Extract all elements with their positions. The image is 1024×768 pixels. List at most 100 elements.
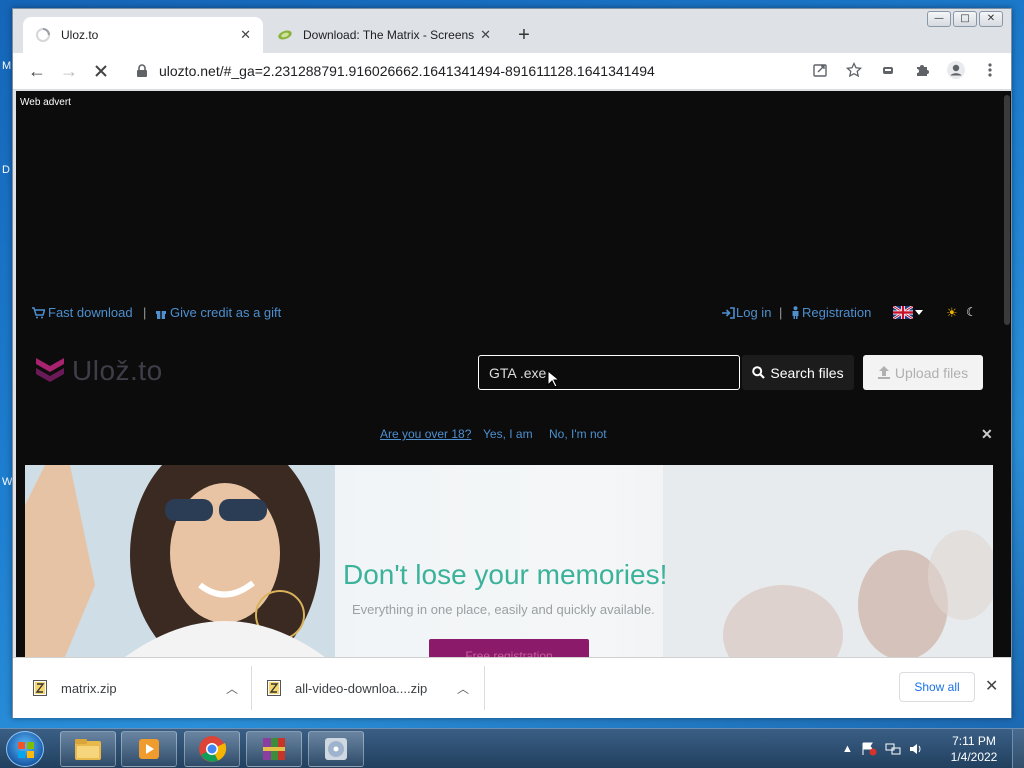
hero-photo-crowd <box>663 465 993 657</box>
more-vert-icon <box>988 63 992 77</box>
close-download-shelf-icon[interactable]: ✕ <box>985 676 998 696</box>
download-shelf: matrix.zip ︿ all-video-downloa....zip ︿ … <box>13 657 1011 718</box>
start-button[interactable] <box>6 731 44 767</box>
show-hidden-icons-icon[interactable]: ▲ <box>842 743 853 755</box>
upload-files-button[interactable]: Upload files <box>863 355 983 390</box>
desktop-edge-text: W <box>2 476 13 488</box>
caret-down-icon[interactable] <box>915 310 923 315</box>
share-button[interactable] <box>807 57 833 83</box>
volume-icon[interactable] <box>909 742 923 756</box>
login-link[interactable]: Log in <box>736 305 771 320</box>
hero-title: Don't lose your memories! <box>343 559 668 590</box>
tab-strip: Uloz.to ✕ Download: The Matrix - Screens… <box>13 9 1011 53</box>
close-icon <box>95 65 107 77</box>
registration-link[interactable]: Registration <box>802 305 871 320</box>
forward-button[interactable]: → <box>53 57 85 85</box>
divider <box>484 666 485 710</box>
light-mode-icon[interactable]: ☀ <box>946 305 958 321</box>
show-desktop-button[interactable] <box>1012 729 1024 768</box>
show-all-downloads-button[interactable]: Show all <box>899 672 975 702</box>
fast-download-link[interactable]: Fast download <box>48 305 133 320</box>
download-filename: matrix.zip <box>61 680 117 696</box>
top-navigation: Fast download | Give credit as a gift Lo… <box>16 305 1003 325</box>
chevron-up-icon[interactable]: ︿ <box>457 680 469 697</box>
clock-date: 1/4/2022 <box>950 750 998 764</box>
chevron-up-icon[interactable]: ︿ <box>226 680 238 697</box>
download-filename: all-video-downloa....zip <box>295 680 428 696</box>
tab-ulozto[interactable]: Uloz.to ✕ <box>23 17 263 53</box>
zip-file-icon <box>267 680 281 696</box>
age-question-link[interactable]: Are you over 18? <box>380 427 471 441</box>
page-scrollbar[interactable] <box>1003 91 1011 657</box>
extension-button[interactable] <box>875 57 901 83</box>
network-icon[interactable] <box>885 742 901 756</box>
ulozto-logo-icon <box>36 358 64 382</box>
browser-window: — □ ✕ Uloz.to ✕ Download: The Matrix - S… <box>12 8 1012 718</box>
arrow-left-icon: ← <box>28 60 46 81</box>
ad-label: Web advert <box>20 97 71 108</box>
clock[interactable]: 7:11 PM 1/4/2022 <box>944 733 1004 765</box>
search-icon <box>752 366 766 379</box>
taskbar: ▲ 7:11 PM 1/4/2022 <box>0 728 1024 768</box>
clock-time: 7:11 PM <box>952 734 996 748</box>
give-credit-link[interactable]: Give credit as a gift <box>170 305 281 320</box>
close-tab-icon[interactable]: ✕ <box>480 27 491 43</box>
chrome-icon <box>199 736 227 762</box>
taskbar-media-player[interactable] <box>121 731 177 767</box>
age-bar-close-icon[interactable]: ✕ <box>981 426 993 443</box>
gift-icon <box>156 311 166 319</box>
stop-loading-button[interactable] <box>85 57 117 85</box>
avatar-icon <box>947 61 965 79</box>
address-bar[interactable]: ulozto.net/#_ga=2.231288791.916026662.16… <box>125 57 815 85</box>
taskbar-chrome[interactable] <box>184 731 240 767</box>
taskbar-disc-utility[interactable] <box>308 731 364 767</box>
free-registration-button[interactable]: Free registration <box>429 639 589 657</box>
divider <box>251 666 252 710</box>
search-input[interactable] <box>478 355 740 390</box>
back-button[interactable]: ← <box>21 57 53 85</box>
site-logo[interactable]: Ulož.to <box>34 355 163 387</box>
tab-title: Uloz.to <box>61 28 99 42</box>
bookmark-button[interactable] <box>841 57 867 83</box>
site-favicon-icon <box>278 30 292 40</box>
hero-photo-woman <box>25 465 335 657</box>
arrow-right-icon: → <box>60 60 78 81</box>
download-item[interactable]: matrix.zip ︿ <box>33 658 238 718</box>
tab-matrix-download[interactable]: Download: The Matrix - Screensa ✕ <box>265 17 503 53</box>
cart-icon <box>32 307 45 319</box>
uk-flag-icon[interactable] <box>893 306 913 319</box>
new-tab-button[interactable]: + <box>513 25 535 47</box>
taskbar-explorer[interactable] <box>60 731 116 767</box>
winrar-icon <box>263 738 285 760</box>
toolbar-actions <box>807 57 1003 83</box>
desktop-edge-text: M <box>2 60 12 72</box>
menu-button[interactable] <box>977 57 1003 83</box>
age-no-link[interactable]: No, I'm not <box>549 427 607 441</box>
download-item[interactable]: all-video-downloa....zip ︿ <box>267 658 469 718</box>
url-text: ulozto.net/#_ga=2.231288791.916026662.16… <box>159 63 655 79</box>
media-player-icon <box>139 739 159 759</box>
extensions-button[interactable] <box>909 57 935 83</box>
sign-in-icon <box>722 307 735 319</box>
person-icon <box>792 306 799 319</box>
search-files-button[interactable]: Search files <box>742 355 854 390</box>
taskbar-winrar[interactable] <box>246 731 302 767</box>
system-tray: ▲ <box>842 729 923 768</box>
age-yes-link[interactable]: Yes, I am <box>483 427 533 441</box>
action-center-flag-icon[interactable] <box>861 742 877 756</box>
desktop-edge-text: D <box>2 164 10 176</box>
star-icon <box>846 62 862 78</box>
close-tab-icon[interactable]: ✕ <box>240 27 251 43</box>
profile-button[interactable] <box>943 57 969 83</box>
share-icon <box>813 64 827 77</box>
hero-subtitle: Everything in one place, easily and quic… <box>352 602 655 617</box>
disc-utility-icon <box>325 738 347 760</box>
zip-file-icon <box>33 680 47 696</box>
puzzle-icon <box>917 65 929 76</box>
dark-mode-icon[interactable]: ☾ <box>966 305 977 319</box>
search-files-label: Search files <box>770 364 844 381</box>
incognito-extension-icon <box>883 67 893 74</box>
mouse-cursor-icon <box>547 370 559 388</box>
tab-title: Download: The Matrix - Screensa <box>303 28 475 42</box>
scrollbar-thumb[interactable] <box>1004 95 1010 325</box>
